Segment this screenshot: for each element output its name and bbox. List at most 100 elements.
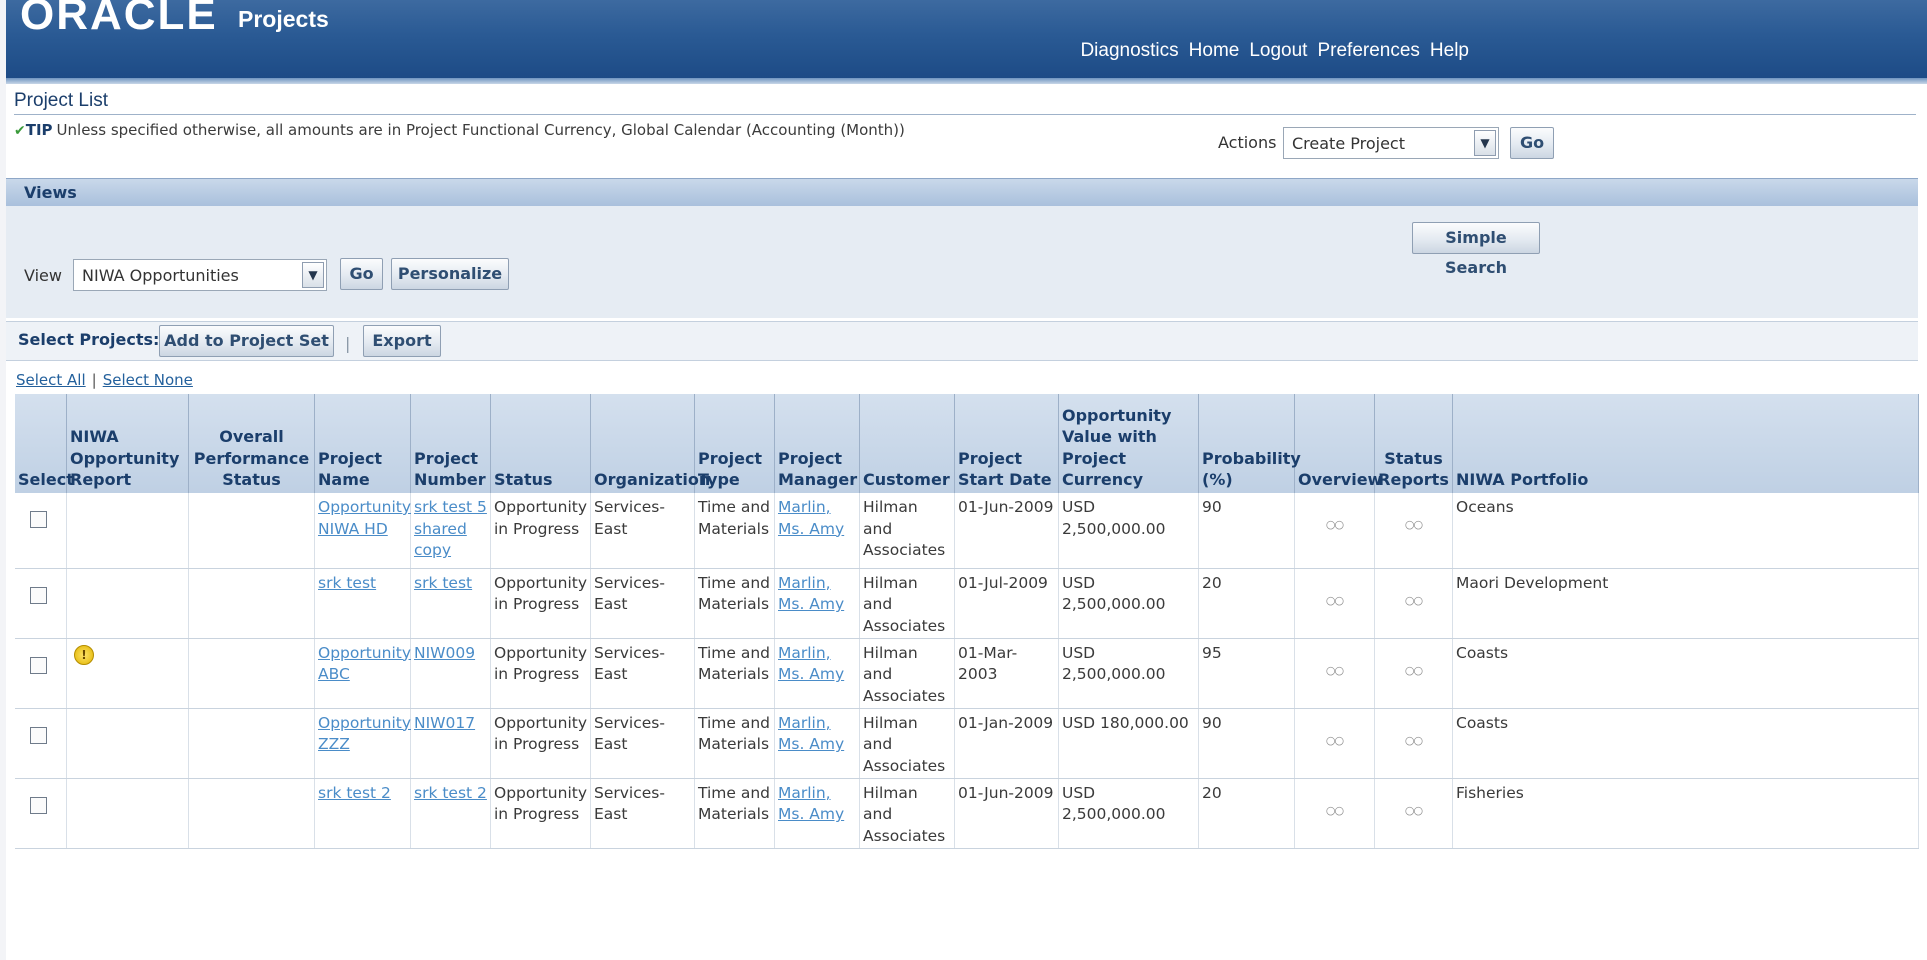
portfolio-cell: Oceans xyxy=(1452,493,1919,569)
logout-link[interactable]: Logout xyxy=(1249,40,1307,62)
check-icon: ✔ xyxy=(14,123,26,139)
view-go-button[interactable]: Go xyxy=(340,258,383,290)
portfolio-cell: Coasts xyxy=(1452,708,1919,779)
manager-link[interactable]: Marlin, Ms. Amy xyxy=(774,638,860,709)
probability-cell: 20 xyxy=(1198,778,1295,849)
glasses-icon[interactable]: ○○ xyxy=(1405,593,1423,608)
select-all-link[interactable]: Select All xyxy=(16,371,86,389)
col-header-customer: Customer xyxy=(859,394,955,493)
glasses-icon[interactable]: ○○ xyxy=(1405,733,1423,748)
select-cell xyxy=(14,778,67,849)
manager-link[interactable]: Marlin, Ms. Amy xyxy=(774,493,860,569)
project-name-link[interactable]: srk test 2 xyxy=(314,778,411,849)
add-to-project-set-button[interactable]: Add to Project Set xyxy=(159,325,334,357)
actions-label: Actions xyxy=(1218,133,1277,152)
select-cell xyxy=(14,568,67,639)
project-number-link[interactable]: srk test 2 xyxy=(410,778,491,849)
project-name-link[interactable]: srk test xyxy=(314,568,411,639)
row-checkbox[interactable] xyxy=(29,726,47,744)
project-number-link[interactable]: srk test xyxy=(410,568,491,639)
manager-link[interactable]: Marlin, Ms. Amy xyxy=(774,778,860,849)
tip-text: Unless specified otherwise, all amounts … xyxy=(56,121,905,139)
col-header-manager: Project Manager xyxy=(774,394,860,493)
select-none-link[interactable]: Select None xyxy=(103,371,193,389)
table-row: srk test srk test Opportunity in Progres… xyxy=(14,568,1919,639)
start-date-cell: 01-Jan-2009 xyxy=(954,708,1059,779)
type-cell: Time and Materials xyxy=(694,493,775,569)
portfolio-cell: Coasts xyxy=(1452,638,1919,709)
select-cell xyxy=(14,638,67,709)
portfolio-cell: Fisheries xyxy=(1452,778,1919,849)
value-cell: USD 2,500,000.00 xyxy=(1058,568,1199,639)
glasses-icon[interactable]: ○○ xyxy=(1405,803,1423,818)
view-select[interactable]: NIWA Opportunities ▼ xyxy=(73,259,327,291)
glasses-icon[interactable]: ○○ xyxy=(1326,517,1344,532)
col-header-probability: Probability (%) xyxy=(1198,394,1301,493)
glasses-icon[interactable]: ○○ xyxy=(1405,663,1423,678)
glasses-icon[interactable]: ○○ xyxy=(1405,517,1423,532)
project-number-link[interactable]: NIW009 xyxy=(410,638,491,709)
start-date-cell: 01-Jun-2009 xyxy=(954,493,1059,569)
customer-cell: Hilman and Associates xyxy=(859,778,955,849)
performance-cell xyxy=(188,493,315,569)
report-cell xyxy=(66,493,189,569)
chevron-down-icon[interactable]: ▼ xyxy=(1474,130,1496,156)
glasses-icon[interactable]: ○○ xyxy=(1326,733,1344,748)
global-links: Diagnostics Home Logout Preferences Help xyxy=(1070,40,1469,62)
home-link[interactable]: Home xyxy=(1189,40,1240,62)
overview-cell: ○○ xyxy=(1294,493,1375,569)
row-checkbox[interactable] xyxy=(29,586,47,604)
link-separator: | xyxy=(91,371,97,389)
type-cell: Time and Materials xyxy=(694,778,775,849)
project-name-link[interactable]: Opportunity ABC xyxy=(314,638,411,709)
chevron-down-icon[interactable]: ▼ xyxy=(302,262,324,288)
preferences-link[interactable]: Preferences xyxy=(1317,40,1419,62)
view-selected-value: NIWA Opportunities xyxy=(82,266,239,285)
warning-icon[interactable]: ! xyxy=(74,644,94,665)
overview-cell: ○○ xyxy=(1294,708,1375,779)
probability-cell: 95 xyxy=(1198,638,1295,709)
report-cell: ! xyxy=(66,638,189,709)
table-row: Opportunity NIWA HD srk test 5 shared co… xyxy=(14,493,1919,569)
value-cell: USD 180,000.00 xyxy=(1058,708,1199,779)
app-title: Projects xyxy=(238,6,329,32)
probability-cell: 20 xyxy=(1198,568,1295,639)
project-number-link[interactable]: NIW017 xyxy=(410,708,491,779)
simple-search-button[interactable]: Simple Search xyxy=(1412,222,1540,277)
glasses-icon[interactable]: ○○ xyxy=(1326,593,1344,608)
actions-go-button[interactable]: Go xyxy=(1510,127,1554,159)
project-name-link[interactable]: Opportunity ZZZ xyxy=(314,708,411,779)
personalize-button[interactable]: Personalize xyxy=(391,258,509,290)
manager-link[interactable]: Marlin, Ms. Amy xyxy=(774,568,860,639)
select-projects-label: Select Projects: xyxy=(18,330,160,349)
actions-select[interactable]: Create Project ▼ xyxy=(1283,127,1499,159)
organization-cell: Services-East xyxy=(590,638,695,709)
header-divider xyxy=(6,78,1927,84)
glasses-icon[interactable]: ○○ xyxy=(1326,663,1344,678)
start-date-cell: 01-Jul-2009 xyxy=(954,568,1059,639)
status-reports-cell: ○○ xyxy=(1374,568,1453,639)
help-link[interactable]: Help xyxy=(1430,40,1469,62)
row-checkbox[interactable] xyxy=(29,796,47,814)
view-label: View xyxy=(24,266,62,285)
glasses-icon[interactable]: ○○ xyxy=(1326,803,1344,818)
diagnostics-link[interactable]: Diagnostics xyxy=(1080,40,1178,62)
status-cell: Opportunity in Progress xyxy=(490,568,591,639)
col-header-name: Project Name xyxy=(314,394,411,493)
oracle-logo: ORACLE xyxy=(20,0,218,39)
export-button[interactable]: Export xyxy=(363,325,441,357)
row-checkbox[interactable] xyxy=(29,656,47,674)
row-checkbox[interactable] xyxy=(29,511,47,528)
views-header: Views xyxy=(6,178,1918,206)
tip-label: TIP xyxy=(25,121,53,139)
project-name-link[interactable]: Opportunity NIWA HD xyxy=(314,493,411,569)
status-reports-cell: ○○ xyxy=(1374,638,1453,709)
performance-cell xyxy=(188,778,315,849)
project-number-link[interactable]: srk test 5 shared copy xyxy=(410,493,491,569)
performance-cell xyxy=(188,708,315,779)
report-cell xyxy=(66,568,189,639)
organization-cell: Services-East xyxy=(590,778,695,849)
manager-link[interactable]: Marlin, Ms. Amy xyxy=(774,708,860,779)
portfolio-cell: Maori Development xyxy=(1452,568,1919,639)
value-cell: USD 2,500,000.00 xyxy=(1058,493,1199,569)
